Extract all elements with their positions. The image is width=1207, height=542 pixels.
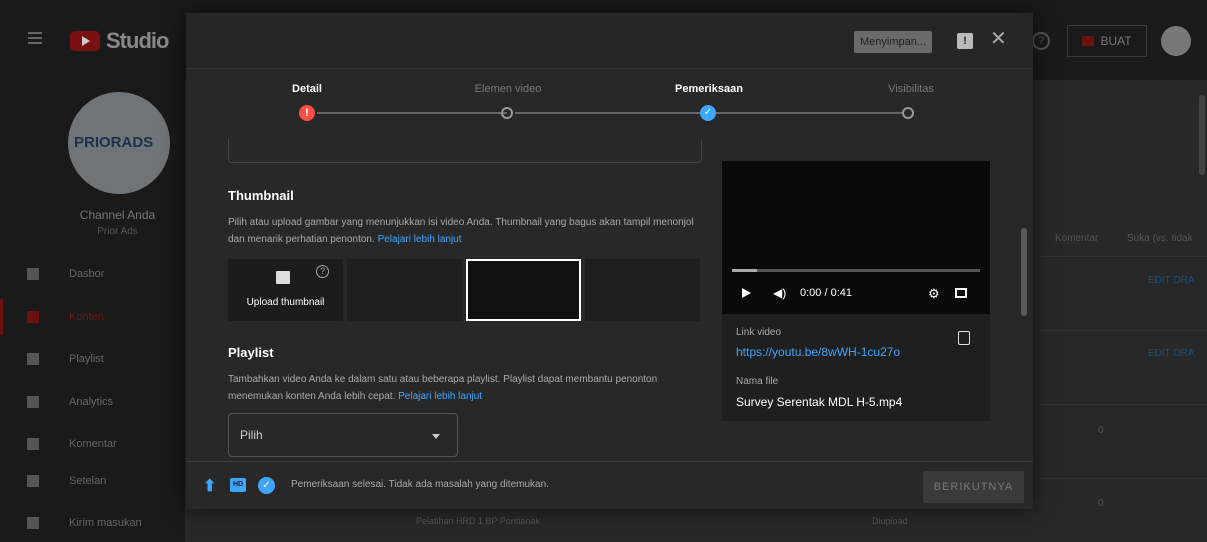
file-name-label: Nama file (736, 376, 779, 387)
comment-count: 0 (1098, 498, 1104, 509)
video-player[interactable]: ◀) 0:00 / 0:41 ⚙ (722, 161, 990, 314)
playlist-icon (27, 353, 39, 365)
dialog-footer: ⬆ HD ✓ Pemeriksaan selesai. Tidak ada ma… (186, 461, 1033, 509)
hd-icon: HD (230, 478, 246, 492)
dialog-content: Thumbnail Pilih atau upload gambar yang … (186, 139, 1033, 461)
stepper: Detail ! Elemen video Pemeriksaan ✓ Visi… (186, 69, 1033, 139)
gear-icon (27, 475, 39, 487)
sidebar-item-komentar[interactable]: Komentar (0, 426, 185, 462)
sidebar: PRIORADS Channel Anda Prior Ads Dasbor K… (0, 80, 185, 542)
studio-logo[interactable]: Studio (70, 27, 169, 55)
upload-dialog: Menyimpan... ! ✕ Detail ! Elemen video P… (186, 13, 1033, 509)
saving-status: Menyimpan... (854, 31, 933, 53)
edit-draft-link[interactable]: EDIT DRA (1148, 275, 1195, 286)
youtube-icon (70, 31, 100, 51)
camera-icon (1082, 36, 1095, 46)
sidebar-item-analytics[interactable]: Analytics (0, 384, 185, 420)
step-detail-label[interactable]: Detail (247, 83, 367, 95)
playlist-select[interactable]: Pilih (228, 413, 458, 457)
step-video-elements-label[interactable]: Elemen video (448, 83, 568, 95)
error-icon[interactable]: ! (299, 105, 315, 121)
video-time: 0:00 / 0:41 (800, 287, 852, 299)
dashboard-icon (27, 268, 39, 280)
check-icon[interactable]: ✓ (700, 105, 716, 121)
sidebar-item-dasbor[interactable]: Dasbor (0, 256, 185, 292)
sidebar-item-feedback[interactable]: Kirim masukan (0, 505, 185, 541)
step-visibility-label[interactable]: Visibilitas (851, 83, 971, 95)
divider (1040, 478, 1207, 479)
thumbnail-title: Thumbnail (228, 188, 294, 203)
step-pending-icon[interactable] (902, 107, 914, 119)
step-checks-label[interactable]: Pemeriksaan (649, 83, 769, 95)
learn-more-link[interactable]: Pelajari lebih lanjut (398, 391, 482, 402)
thumbnail-option-selected[interactable] (466, 259, 581, 321)
studio-page: Studio ? BUAT PRIORADS Channel Anda Prio… (0, 0, 1207, 542)
step-connector (515, 112, 705, 114)
dialog-scrollbar[interactable] (1021, 228, 1027, 316)
playlist-title: Playlist (228, 345, 274, 360)
step-connector (713, 112, 903, 114)
create-button[interactable]: BUAT (1067, 25, 1147, 57)
column-header-comments[interactable]: Komentar (1055, 233, 1098, 244)
check-icon: ✓ (258, 477, 275, 494)
upload-thumbnail-button[interactable]: ? Upload thumbnail (228, 259, 343, 321)
thumbnail-picker: ? Upload thumbnail (228, 259, 700, 321)
help-icon[interactable]: ? (316, 265, 329, 278)
check-status-text: Pemeriksaan selesai. Tidak ada masalah y… (291, 479, 549, 490)
dropdown-arrow-icon (432, 434, 440, 439)
thumbnail-description: Pilih atau upload gambar yang menunjukka… (228, 217, 694, 245)
column-header-likes[interactable]: Suka (vs. tidak (1127, 233, 1193, 244)
description-field[interactable] (228, 139, 702, 163)
help-icon[interactable]: ? (1032, 32, 1050, 50)
divider (1040, 256, 1207, 257)
feedback-icon[interactable]: ! (957, 33, 973, 49)
content-icon (27, 311, 39, 323)
step-pending-icon[interactable] (501, 107, 513, 119)
play-icon[interactable] (742, 288, 751, 298)
edit-draft-link[interactable]: EDIT DRA (1148, 348, 1195, 359)
add-photo-icon (276, 271, 290, 284)
thumbnail-option[interactable] (585, 259, 700, 321)
analytics-icon (27, 396, 39, 408)
step-connector (317, 112, 507, 114)
thumbnail-option[interactable] (347, 259, 462, 321)
gear-icon[interactable]: ⚙ (928, 286, 940, 302)
video-title[interactable]: Pelatihan HRD 1 BP Pontianak (416, 516, 540, 526)
playlist-description: Tambahkan video Anda ke dalam satu atau … (228, 374, 658, 402)
video-link-label: Link video (736, 327, 782, 338)
channel-avatar[interactable]: PRIORADS (68, 92, 170, 194)
avatar[interactable] (1161, 26, 1191, 56)
sidebar-item-konten[interactable]: Konten (0, 299, 185, 335)
feedback-icon (27, 517, 39, 529)
next-button[interactable]: BERIKUTNYA (923, 471, 1024, 503)
copy-icon[interactable] (958, 331, 970, 345)
volume-icon[interactable]: ◀) (773, 286, 786, 300)
video-preview-card: ◀) 0:00 / 0:41 ⚙ Link video https://yout… (722, 161, 990, 421)
divider (1040, 330, 1207, 331)
sidebar-item-playlist[interactable]: Playlist (0, 341, 185, 377)
video-link[interactable]: https://youtu.be/8wWH-1cu27o (736, 345, 900, 359)
comment-icon (27, 438, 39, 450)
fullscreen-icon[interactable] (955, 288, 967, 298)
video-status: Diupload (872, 516, 908, 526)
upload-icon: ⬆ (203, 478, 217, 495)
divider (1040, 404, 1207, 405)
page-scrollbar[interactable] (1199, 95, 1205, 175)
sidebar-item-setelan[interactable]: Setelan (0, 463, 185, 499)
file-name: Survey Serentak MDL H-5.mp4 (736, 395, 903, 409)
close-icon[interactable]: ✕ (990, 29, 1007, 49)
dialog-header: Menyimpan... ! ✕ (186, 13, 1033, 69)
learn-more-link[interactable]: Pelajari lebih lanjut (378, 234, 462, 245)
menu-icon[interactable] (28, 32, 42, 44)
progress-bar[interactable] (732, 269, 980, 272)
comment-count: 0 (1098, 425, 1104, 436)
